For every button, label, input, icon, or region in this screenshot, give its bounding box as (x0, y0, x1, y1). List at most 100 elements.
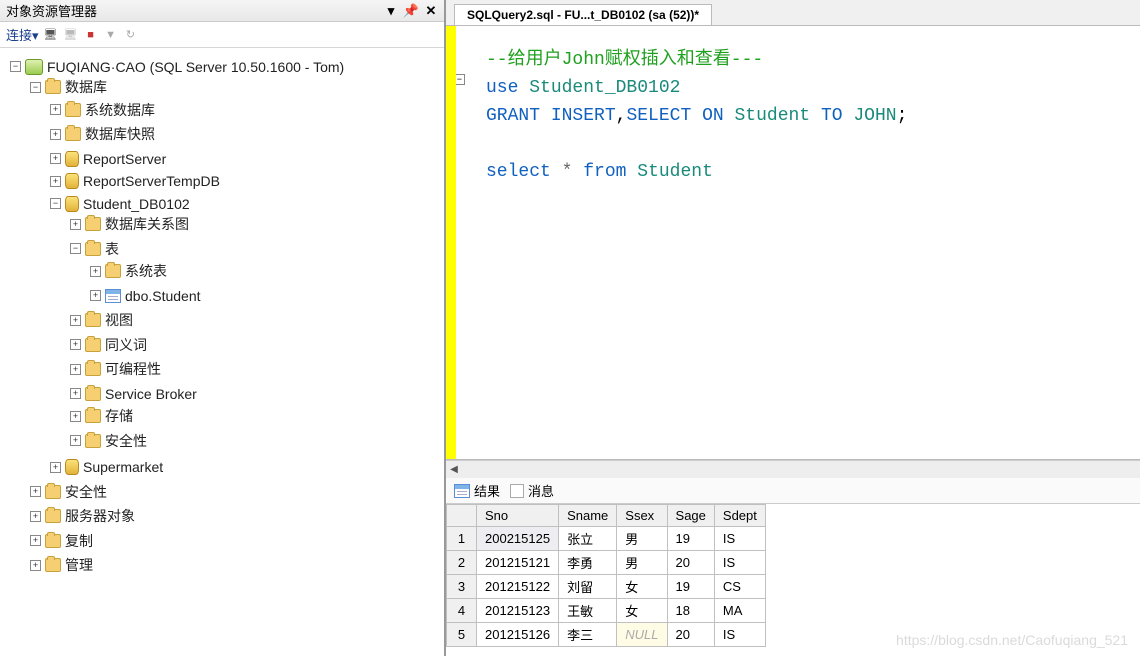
results-table[interactable]: Sno Sname Ssex Sage Sdept 1200215125张立男1… (446, 504, 766, 647)
expand-toggle[interactable]: + (50, 462, 61, 473)
messages-tab[interactable]: 消息 (510, 481, 554, 500)
expand-toggle[interactable]: + (30, 560, 41, 571)
results-grid[interactable]: Sno Sname Ssex Sage Sdept 1200215125张立男1… (446, 504, 1140, 656)
system-databases-node[interactable]: 系统数据库 (85, 100, 155, 120)
management-node[interactable]: 管理 (65, 555, 93, 575)
scroll-left-icon[interactable]: ◀ (446, 462, 462, 478)
expand-toggle[interactable]: − (30, 82, 41, 93)
table-row[interactable]: 3201215122刘留女19CS (447, 575, 766, 599)
cell[interactable]: 201215121 (477, 551, 559, 575)
cell[interactable]: 王敏 (559, 599, 617, 623)
row-number[interactable]: 2 (447, 551, 477, 575)
expand-toggle[interactable]: + (70, 364, 81, 375)
cell[interactable]: 19 (667, 527, 714, 551)
close-icon[interactable]: ✕ (424, 4, 438, 18)
cell[interactable]: 20 (667, 623, 714, 647)
cell[interactable]: 20 (667, 551, 714, 575)
dbo-student-node[interactable]: dbo.Student (125, 288, 201, 304)
expand-toggle[interactable]: + (50, 176, 61, 187)
expand-toggle[interactable]: + (90, 266, 101, 277)
connect-icon[interactable]: 🖥 (43, 27, 59, 43)
expand-toggle[interactable]: + (70, 388, 81, 399)
cell[interactable]: IS (714, 527, 765, 551)
replication-node[interactable]: 复制 (65, 531, 93, 551)
databases-node[interactable]: 数据库 (65, 77, 107, 97)
views-node[interactable]: 视图 (105, 310, 133, 330)
editor-tab[interactable]: SQLQuery2.sql - FU...t_DB0102 (sa (52))* (454, 4, 712, 25)
service-broker-node[interactable]: Service Broker (105, 386, 197, 402)
server-objects-node[interactable]: 服务器对象 (65, 506, 135, 526)
dropdown-icon[interactable]: ▾ (384, 4, 398, 18)
cell[interactable]: 19 (667, 575, 714, 599)
security-node[interactable]: 安全性 (65, 482, 107, 502)
editor-h-scrollbar[interactable]: ◀ (446, 460, 1140, 478)
cell[interactable]: CS (714, 575, 765, 599)
fold-toggle[interactable]: − (456, 74, 465, 85)
table-row[interactable]: 5201215126李三NULL20IS (447, 623, 766, 647)
expand-toggle[interactable]: + (50, 153, 61, 164)
col-header[interactable]: Sno (477, 505, 559, 527)
db-diagrams-node[interactable]: 数据库关系图 (105, 214, 189, 234)
server-node[interactable]: FUQIANG·CAO (SQL Server 10.50.1600 - Tom… (47, 59, 344, 75)
expand-toggle[interactable]: + (50, 129, 61, 140)
student-db-node[interactable]: Student_DB0102 (83, 196, 190, 212)
cell[interactable]: 201215122 (477, 575, 559, 599)
pin-icon[interactable]: 📌 (404, 4, 418, 18)
col-header[interactable]: Sdept (714, 505, 765, 527)
col-header[interactable]: Ssex (617, 505, 667, 527)
cell[interactable]: 张立 (559, 527, 617, 551)
expand-toggle[interactable]: − (10, 61, 21, 72)
connect-button[interactable]: 连接▾ (6, 25, 39, 44)
cell[interactable]: 李勇 (559, 551, 617, 575)
expand-toggle[interactable]: + (70, 435, 81, 446)
cell[interactable]: 201215123 (477, 599, 559, 623)
cell[interactable]: IS (714, 551, 765, 575)
refresh-icon[interactable]: ↻ (123, 27, 139, 43)
table-row[interactable]: 4201215123王敏女18MA (447, 599, 766, 623)
sql-editor[interactable]: --给用户John赋权插入和查看--- −use Student_DB0102 … (456, 26, 1140, 459)
object-tree[interactable]: −FUQIANG·CAO (SQL Server 10.50.1600 - To… (0, 48, 444, 656)
cell[interactable]: 18 (667, 599, 714, 623)
cell[interactable]: 刘留 (559, 575, 617, 599)
table-row[interactable]: 2201215121李勇男20IS (447, 551, 766, 575)
supermarket-node[interactable]: Supermarket (83, 459, 163, 475)
reportservertemp-node[interactable]: ReportServerTempDB (83, 173, 220, 189)
cell[interactable]: 李三 (559, 623, 617, 647)
expand-toggle[interactable]: − (50, 198, 61, 209)
cell[interactable]: 200215125 (477, 527, 559, 551)
tables-node[interactable]: 表 (105, 239, 119, 259)
row-number[interactable]: 4 (447, 599, 477, 623)
cell[interactable]: 女 (617, 575, 667, 599)
programmability-node[interactable]: 可编程性 (105, 359, 161, 379)
cell[interactable]: 男 (617, 551, 667, 575)
col-header[interactable]: Sname (559, 505, 617, 527)
expand-toggle[interactable]: − (70, 243, 81, 254)
synonyms-node[interactable]: 同义词 (105, 335, 147, 355)
expand-toggle[interactable]: + (70, 219, 81, 230)
db-security-node[interactable]: 安全性 (105, 431, 147, 451)
cell[interactable]: MA (714, 599, 765, 623)
expand-toggle[interactable]: + (70, 315, 81, 326)
stop-icon[interactable]: ■ (83, 27, 99, 43)
cell[interactable]: 男 (617, 527, 667, 551)
table-row[interactable]: 1200215125张立男19IS (447, 527, 766, 551)
expand-toggle[interactable]: + (90, 290, 101, 301)
expand-toggle[interactable]: + (50, 104, 61, 115)
db-snapshots-node[interactable]: 数据库快照 (85, 124, 155, 144)
row-number[interactable]: 1 (447, 527, 477, 551)
expand-toggle[interactable]: + (30, 511, 41, 522)
expand-toggle[interactable]: + (30, 535, 41, 546)
cell[interactable]: NULL (617, 623, 667, 647)
results-tab[interactable]: 结果 (454, 481, 500, 500)
col-header[interactable]: Sage (667, 505, 714, 527)
reportserver-node[interactable]: ReportServer (83, 151, 166, 167)
cell[interactable]: 女 (617, 599, 667, 623)
cell[interactable]: 201215126 (477, 623, 559, 647)
filter-icon[interactable]: ▼ (103, 27, 119, 43)
expand-toggle[interactable]: + (30, 486, 41, 497)
row-number[interactable]: 5 (447, 623, 477, 647)
expand-toggle[interactable]: + (70, 411, 81, 422)
row-number[interactable]: 3 (447, 575, 477, 599)
disconnect-icon[interactable]: 🖥 (63, 27, 79, 43)
storage-node[interactable]: 存储 (105, 406, 133, 426)
